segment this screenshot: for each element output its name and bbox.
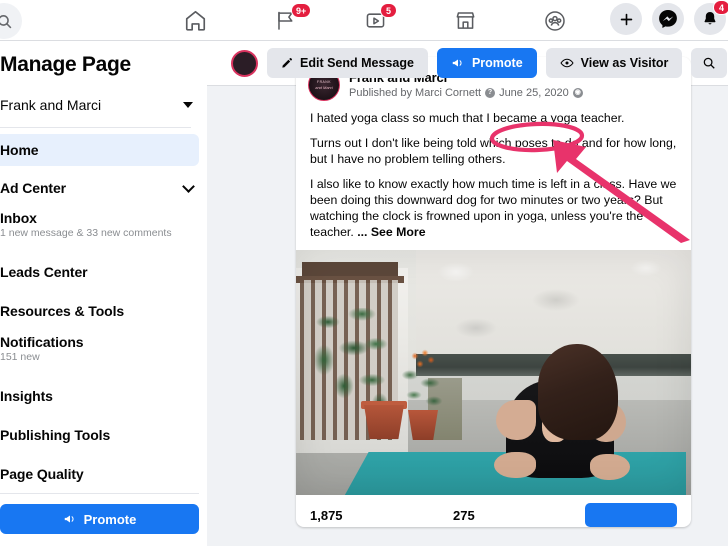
sidebar-item-insights[interactable]: Insights xyxy=(0,380,207,412)
sidebar-item-leads-center[interactable]: Leads Center xyxy=(0,256,207,288)
sidebar-item-label: Ad Center xyxy=(0,180,66,196)
sidebar-promote-button[interactable]: Promote xyxy=(0,504,199,534)
photo-vignette xyxy=(296,250,691,495)
notifications-button[interactable]: 4 xyxy=(694,0,728,35)
sidebar-item-ad-center[interactable]: Ad Center xyxy=(0,172,207,204)
facebook-page-manage-screen: 9+ 5 4 Manage Page Frank and Marci Home … xyxy=(0,0,728,546)
top-nav-shortcuts: 9+ 5 xyxy=(150,0,600,41)
post-text-body: I hated yoga class so much that I became… xyxy=(296,101,691,250)
nav-pages-badge: 9+ xyxy=(291,3,312,18)
post-card: FRANK and Marci Frank and Marci Publishe… xyxy=(296,57,691,527)
sidebar-item-label: Resources & Tools xyxy=(0,303,125,319)
sidebar-item-page-quality[interactable]: Page Quality xyxy=(0,458,207,490)
edit-send-message-label: Edit Send Message xyxy=(300,56,414,70)
page-avatar-small xyxy=(231,50,258,77)
top-nav-actions: 4 xyxy=(610,0,728,35)
sidebar-item-label: Page Quality xyxy=(0,466,84,482)
notifications-badge: 4 xyxy=(713,0,728,15)
eye-icon xyxy=(560,58,574,68)
page-switcher-name: Frank and Marci xyxy=(0,97,102,113)
promote-button[interactable]: Promote xyxy=(436,48,537,78)
page-switcher[interactable]: Frank and Marci xyxy=(0,77,207,113)
post-subline: Published by Marci Cornett ? June 25, 20… xyxy=(349,87,583,99)
chevron-down-icon xyxy=(182,179,195,193)
nav-groups-button[interactable] xyxy=(510,0,600,41)
avatar-bottom-text: and Marci xyxy=(315,85,333,90)
nav-pages-button[interactable]: 9+ xyxy=(240,0,330,41)
nav-marketplace-button[interactable] xyxy=(420,0,510,41)
stat-people-reached: 1,875 xyxy=(310,507,343,523)
sidebar-item-label: Leads Center xyxy=(0,264,88,280)
sidebar-promote-label: Promote xyxy=(83,511,137,527)
nav-watch-badge: 5 xyxy=(380,3,397,18)
nav-home-button[interactable] xyxy=(150,0,240,41)
main-content-area: Edit Send Message Promote View as Visito… xyxy=(207,41,728,546)
create-button[interactable] xyxy=(610,3,642,35)
question-mark-icon[interactable]: ? xyxy=(485,88,496,98)
sidebar-bottom-divider xyxy=(0,493,199,494)
page-sidebar: Manage Page Frank and Marci Home Ad Cent… xyxy=(0,41,207,546)
post-image[interactable] xyxy=(296,250,691,495)
sidebar-item-publishing-tools[interactable]: Publishing Tools xyxy=(0,419,207,451)
sidebar-item-sublabel: 151 new xyxy=(0,351,40,363)
promote-label: Promote xyxy=(471,56,523,70)
see-more-link[interactable]: ... See More xyxy=(357,225,425,239)
pencil-icon xyxy=(282,58,292,68)
sidebar-item-resources-and-tools[interactable]: Resources & Tools xyxy=(0,295,207,327)
sidebar-title: Manage Page xyxy=(0,53,131,76)
nav-watch-button[interactable]: 5 xyxy=(330,0,420,41)
edit-send-message-button[interactable]: Edit Send Message xyxy=(267,48,428,78)
post-paragraph: I also like to know exactly how much tim… xyxy=(310,176,677,240)
sidebar-item-notifications[interactable]: Notifications 151 new xyxy=(0,332,207,376)
chevron-down-icon xyxy=(183,102,193,108)
sidebar-item-label: Home xyxy=(0,142,39,158)
post-stats-row: 1,875 275 xyxy=(296,495,691,527)
boost-post-button[interactable] xyxy=(585,503,677,527)
top-navigation-bar: 9+ 5 4 xyxy=(0,0,728,41)
sidebar-item-label: Publishing Tools xyxy=(0,427,111,443)
sidebar-item-home[interactable]: Home xyxy=(0,134,199,166)
post-paragraph: I hated yoga class so much that I became… xyxy=(310,111,625,125)
sidebar-item-inbox[interactable]: Inbox 1 new message & 33 new comments xyxy=(0,208,207,252)
messenger-button[interactable] xyxy=(652,3,684,35)
post-date[interactable]: June 25, 2020 xyxy=(499,87,569,99)
view-as-visitor-label: View as Visitor xyxy=(580,56,669,70)
main-scrollbar[interactable] xyxy=(722,82,728,546)
avatar-top-text: FRANK xyxy=(317,80,331,84)
sidebar-item-sublabel: 1 new message & 33 new comments xyxy=(0,227,172,239)
sidebar-item-label: Insights xyxy=(0,388,53,404)
search-icon xyxy=(704,57,716,69)
page-search-button[interactable] xyxy=(691,48,728,78)
post-published-by: Published by Marci Cornett xyxy=(349,87,482,99)
global-search-icon[interactable] xyxy=(0,3,22,39)
sidebar-item-label: Inbox xyxy=(0,210,37,226)
sidebar-nav-list: Home Ad Center Inbox 1 new message & 33 … xyxy=(0,128,207,490)
globe-icon[interactable]: ◉ xyxy=(572,88,583,98)
view-as-visitor-button[interactable]: View as Visitor xyxy=(545,48,683,78)
megaphone-icon xyxy=(452,59,462,67)
sidebar-item-label: Notifications xyxy=(0,334,84,350)
stat-engagements: 275 xyxy=(453,507,475,523)
post-paragraph: Turns out I don't like being told which … xyxy=(310,136,677,166)
megaphone-icon xyxy=(64,515,74,523)
